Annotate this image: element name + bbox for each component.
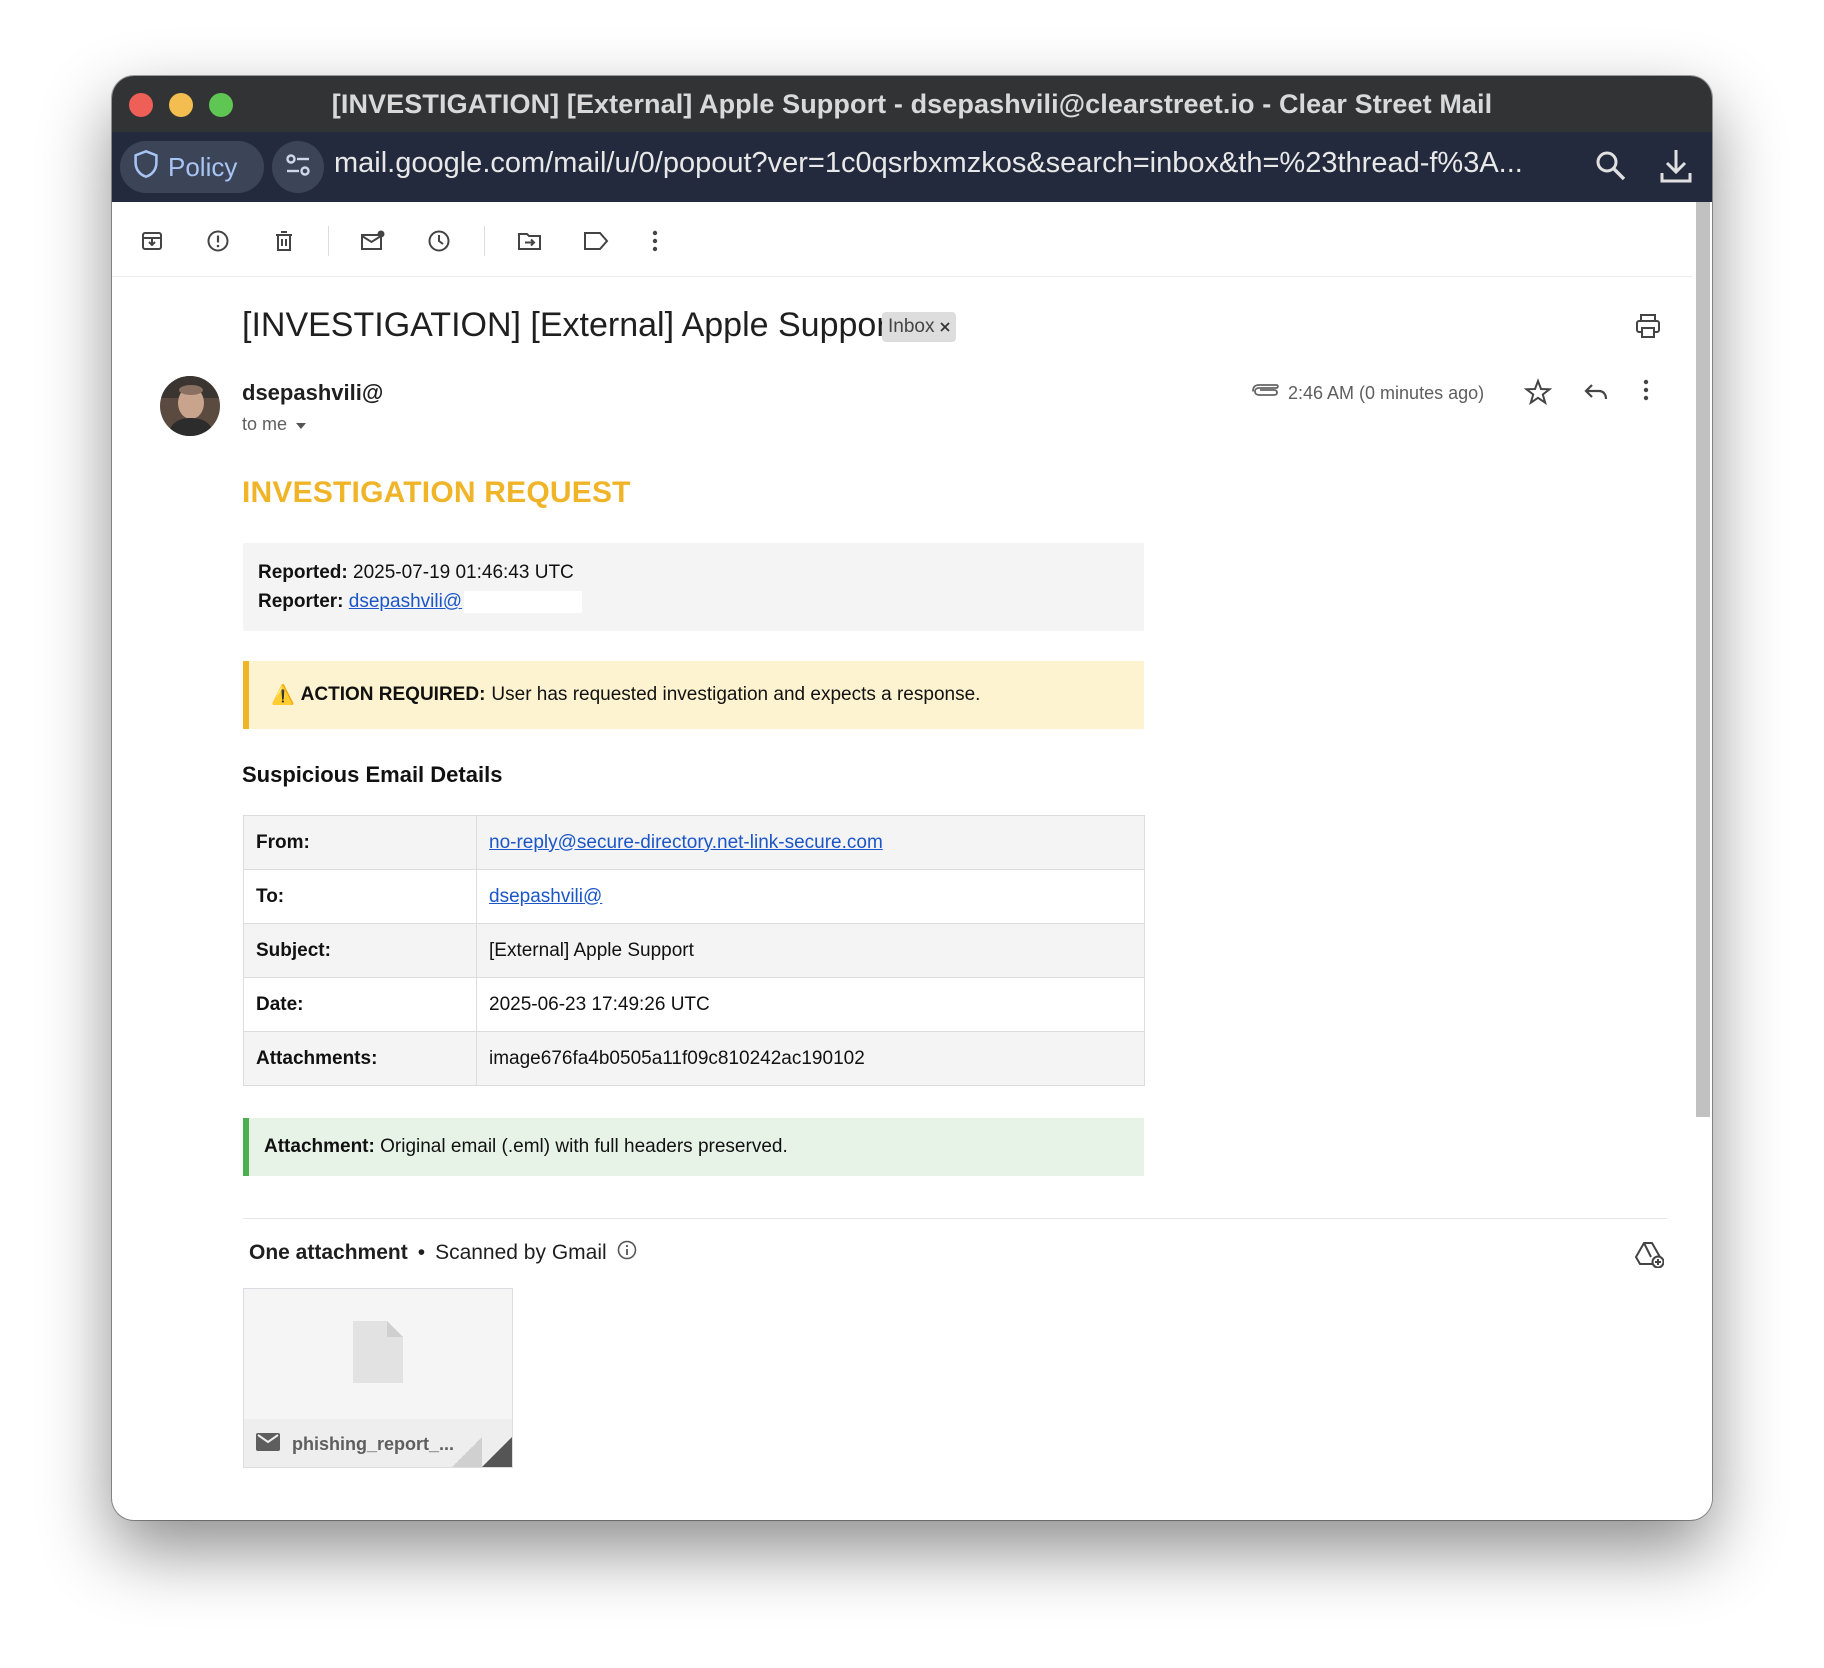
mark-unread-icon[interactable]	[360, 228, 386, 254]
tune-icon	[284, 152, 312, 183]
message-toolbar	[112, 202, 1692, 277]
page-fold	[452, 1437, 482, 1467]
detail-value: dsepashvili@	[476, 869, 1145, 924]
detail-value: image676fa4b0505a11f09c810242ac190102	[476, 1031, 1145, 1086]
toolbar-divider	[484, 226, 485, 256]
archive-icon[interactable]	[139, 228, 165, 254]
file-icon	[353, 1320, 403, 1388]
email-timestamp: 2:46 AM (0 minutes ago)	[1288, 383, 1485, 403]
label-icon[interactable]	[583, 228, 609, 254]
detail-key: To:	[243, 869, 477, 924]
url-bar: Policy mail.google.com/mail/u/0/popout?v…	[112, 132, 1712, 202]
scrollbar-thumb[interactable]	[1696, 202, 1710, 1117]
report-info-box: Reported: 2025-07-19 01:46:43 UTC Report…	[243, 543, 1144, 631]
search-icon[interactable]	[1594, 149, 1628, 188]
paperclip-icon	[1252, 380, 1280, 405]
action-required-text: User has requested investigation and exp…	[491, 684, 981, 705]
policy-button[interactable]: Policy	[120, 141, 264, 193]
reported-row: Reported: 2025-07-19 01:46:43 UTC	[258, 558, 1129, 587]
table-row: Attachments: image676fa4b0505a11f09c8102…	[243, 1031, 1145, 1086]
toolbar-divider	[328, 226, 329, 256]
action-required-label: ACTION REQUIRED:	[300, 684, 486, 705]
policy-label: Policy	[168, 151, 238, 182]
attachment-note-banner: Attachment: Original email (.eml) with f…	[243, 1118, 1144, 1176]
chevron-down-icon[interactable]	[295, 414, 307, 435]
attachment-card[interactable]: phishing_report_...	[243, 1288, 513, 1468]
detail-value: [External] Apple Support	[476, 923, 1145, 978]
email-subject: [INVESTIGATION] [External] Apple Support	[242, 306, 898, 344]
reporter-link[interactable]: dsepashvili@	[349, 591, 462, 612]
move-to-icon[interactable]	[517, 228, 543, 254]
scanned-by-text: Scanned by Gmail	[435, 1241, 607, 1264]
add-to-drive-icon[interactable]	[1634, 1240, 1665, 1273]
close-window-button[interactable]	[129, 93, 153, 117]
table-row: Subject: [External] Apple Support	[243, 923, 1145, 978]
snooze-icon[interactable]	[426, 228, 452, 254]
separator-dot: •	[417, 1241, 426, 1264]
reply-icon[interactable]	[1582, 378, 1610, 411]
remove-label-icon[interactable]	[940, 316, 951, 338]
page-fold-corner	[482, 1437, 512, 1467]
detail-key: From:	[243, 815, 477, 870]
attachment-note-label: Attachment:	[264, 1136, 375, 1157]
reported-label: Reported:	[258, 562, 348, 583]
table-row: From: no-reply@secure-directory.net-link…	[243, 815, 1145, 870]
star-icon[interactable]	[1523, 378, 1553, 411]
to-link[interactable]: dsepashvili@	[489, 886, 602, 907]
attachment-note-text: Original email (.eml) with full headers …	[380, 1136, 788, 1157]
recipient-text: to me	[242, 414, 288, 434]
detail-key: Date:	[243, 977, 477, 1032]
sender-avatar[interactable]	[160, 376, 220, 436]
minimize-window-button[interactable]	[169, 93, 193, 117]
url-field[interactable]: mail.google.com/mail/u/0/popout?ver=1c0q…	[334, 147, 1694, 180]
mail-icon	[256, 1432, 280, 1456]
detail-value: 2025-06-23 17:49:26 UTC	[476, 977, 1145, 1032]
report-spam-icon[interactable]	[205, 228, 231, 254]
attachments-count: One attachment	[249, 1241, 408, 1264]
title-bar: [INVESTIGATION] [External] Apple Support…	[112, 76, 1712, 132]
action-required-banner: ⚠️ ACTION REQUIRED: User has requested i…	[243, 661, 1144, 729]
attachment-preview	[244, 1289, 512, 1419]
table-row: To: dsepashvili@	[243, 869, 1145, 924]
reported-value: 2025-07-19 01:46:43 UTC	[353, 562, 574, 583]
shield-icon	[132, 149, 160, 186]
zoom-window-button[interactable]	[209, 93, 233, 117]
window-title: [INVESTIGATION] [External] Apple Support…	[331, 88, 1493, 119]
print-icon[interactable]	[1634, 312, 1662, 345]
details-heading: Suspicious Email Details	[242, 762, 503, 787]
attachment-file-name: phishing_report_...	[292, 1433, 455, 1454]
suspicious-email-details-table: From: no-reply@secure-directory.net-link…	[243, 815, 1145, 1086]
label-chip-text: Inbox	[888, 316, 935, 337]
reporter-label: Reporter:	[258, 591, 344, 612]
info-icon[interactable]	[617, 1240, 637, 1266]
inbox-label-chip[interactable]: Inbox	[882, 312, 957, 342]
reporter-row: Reporter: dsepashvili@	[258, 587, 1129, 616]
table-row: Date: 2025-06-23 17:49:26 UTC	[243, 977, 1145, 1032]
delete-icon[interactable]	[271, 228, 297, 254]
detail-value: no-reply@secure-directory.net-link-secur…	[476, 815, 1145, 870]
recipient-toggle[interactable]: to me	[242, 414, 307, 435]
message-more-icon[interactable]	[1642, 378, 1650, 407]
site-settings-button[interactable]	[272, 141, 324, 193]
sender-name[interactable]: dsepashvili@	[242, 380, 383, 406]
download-icon[interactable]	[1658, 147, 1694, 190]
detail-key: Subject:	[243, 923, 477, 978]
detail-key: Attachments:	[243, 1031, 477, 1086]
more-options-icon[interactable]	[642, 228, 668, 254]
attachments-divider	[243, 1218, 1667, 1219]
redaction-block	[464, 590, 583, 613]
investigation-heading: INVESTIGATION REQUEST	[242, 476, 631, 509]
window-controls	[129, 93, 233, 117]
from-link[interactable]: no-reply@secure-directory.net-link-secur…	[489, 832, 883, 853]
attachments-header: One attachment • Scanned by Gmail	[249, 1240, 637, 1266]
warning-icon: ⚠️	[271, 685, 295, 706]
mail-popout-window: [INVESTIGATION] [External] Apple Support…	[112, 76, 1712, 1520]
